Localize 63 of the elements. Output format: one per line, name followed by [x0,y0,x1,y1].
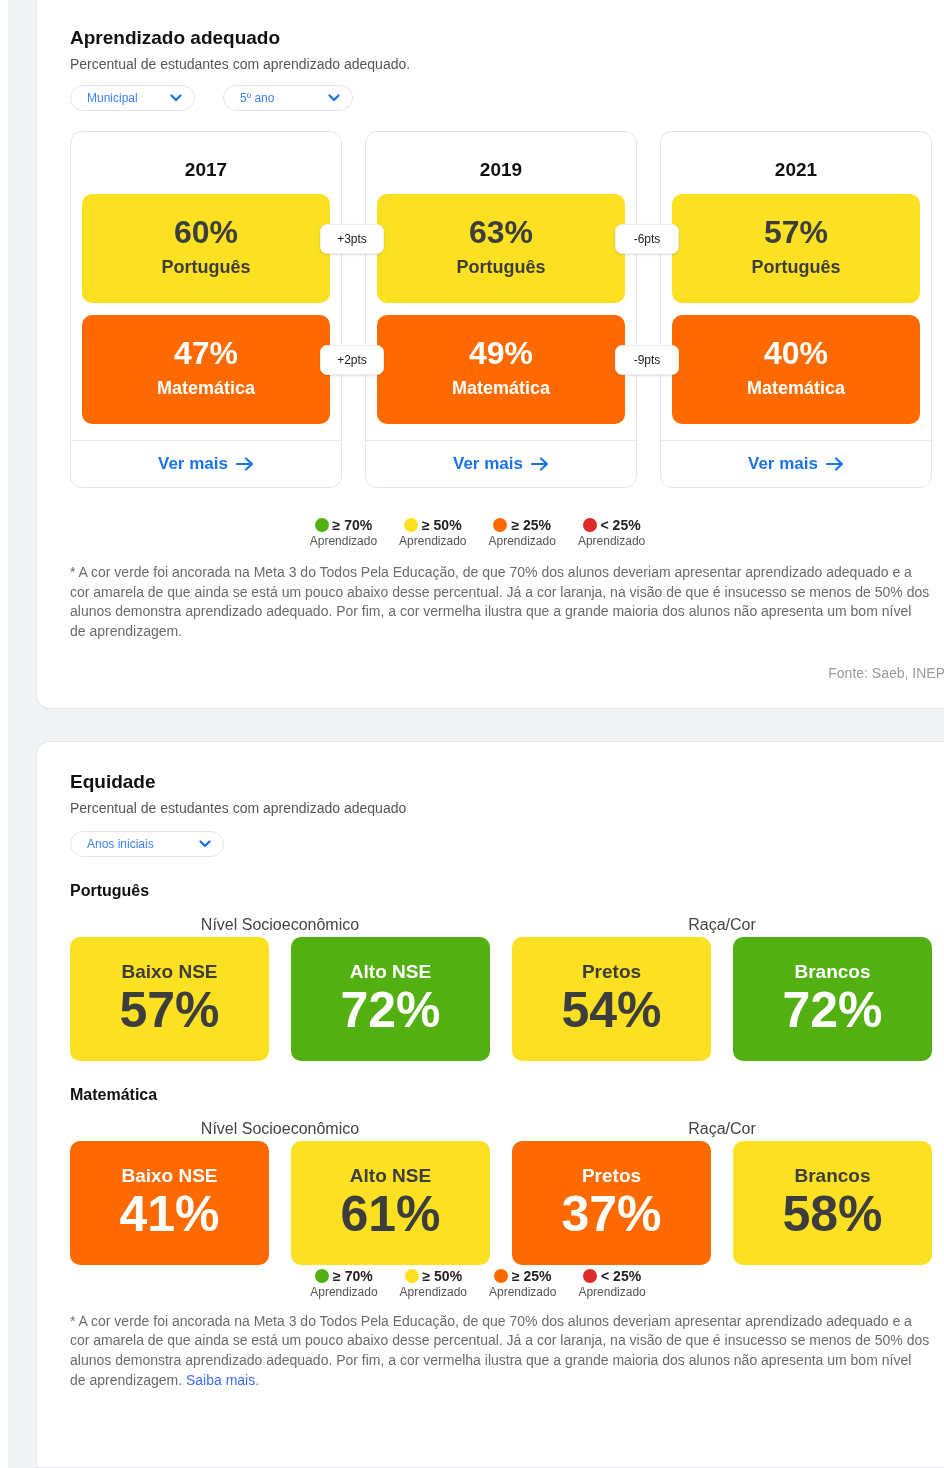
group-label: Nível Socioeconômico [200,1120,360,1137]
legend-label: Aprendizado [399,1285,467,1298]
subject-heading: Português [70,880,151,901]
legend-range: ≥ 70% [332,518,373,532]
score-tile: Baixo NSE 41% [70,1140,269,1265]
legend-range: ≥ 70% [333,1268,373,1283]
see-more-link[interactable]: Ver mais [453,451,549,477]
score-tile: 63% Português [377,194,625,303]
arrow-right-icon [530,457,549,471]
footnote: * A cor verde foi ancorada na Meta 3 do Todos Pela Educação, de que 70% dos alunos deveriam apresentar aprendizado adequado e a cor amarela de que ainda se está um pouco abaixo desse percentual. Já a cor laranja, na visão de que é insucesso se menos de 50% dos alunos demonstra aprendizado adequado. Por fim, a cor vermelha ilustra que a grande maioria dos alunos não apresenta um bom nível de aprendizagem. Saiba mais. [70,1311,930,1390]
legend-label: Aprendizado [577,535,646,547]
legend-range: ≥ 25% [511,518,551,532]
group-label: Raça/Cor [688,1120,756,1137]
score-tile: 40% Matemática [672,315,920,424]
score-tile: 60% Português [82,194,330,303]
legend-range: < 25% [601,1268,642,1283]
see-more-link[interactable]: Ver mais [158,451,254,477]
score-tile: Alto NSE 72% [291,936,490,1061]
year-label: 2019 [478,157,524,182]
legend-range: < 25% [600,518,641,532]
delta-badge: +2pts [320,344,384,375]
score-tile: Pretos 37% [512,1140,711,1265]
section-subtitle: Percentual de estudantes com aprendizado adequado. [70,54,412,74]
score-tile: Pretos 54% [512,936,711,1061]
chevron-down-icon [170,93,182,102]
dropdown[interactable]: 5º ano [223,84,353,111]
group-label: Nível Socioeconômico [200,916,360,933]
delta-badge: -6pts [615,223,679,254]
legend-label: Aprendizado [310,1285,378,1298]
score-tile: Baixo NSE 57% [70,936,269,1061]
legend-range: ≥ 50% [422,1268,463,1283]
legend-range: ≥ 50% [422,518,462,532]
score-tile: Brancos 58% [733,1140,932,1265]
section-title: Equidade [70,770,157,795]
legend-label: Aprendizado [309,535,378,547]
dropdown[interactable]: Municipal [70,84,195,111]
delta-badge: +3pts [320,223,384,254]
year-label: 2017 [183,157,229,182]
legend-label: Aprendizado [489,1285,557,1298]
subject-heading: Matemática [70,1084,159,1105]
score-tile: 49% Matemática [377,315,625,424]
learn-more-link[interactable]: Saiba mais. [185,1371,260,1388]
section-subtitle: Percentual de estudantes com aprendizado adequado [70,798,408,818]
delta-badge: -9pts [615,344,679,375]
legend-range: ≥ 25% [511,1268,552,1283]
see-more-link[interactable]: Ver mais [748,451,844,477]
chevron-down-icon [199,839,211,848]
dropdown[interactable]: Anos iniciais [70,830,224,857]
legend-label: Aprendizado [488,535,556,547]
score-tile: Alto NSE 61% [291,1140,490,1265]
group-label: Raça/Cor [688,916,756,933]
score-tile: Brancos 72% [733,936,932,1061]
chevron-down-icon [328,93,340,102]
score-tile: 57% Português [672,194,920,303]
arrow-right-icon [235,457,254,471]
arrow-right-icon [825,457,844,471]
year-label: 2021 [773,157,819,182]
section-title: Aprendizado adequado [70,26,282,50]
score-tile: 47% Matemática [82,315,330,424]
legend-label: Aprendizado [399,535,467,547]
footnote: * A cor verde foi ancorada na Meta 3 do Todos Pela Educação, de que 70% dos alunos deveriam apresentar aprendizado adequado e a cor amarela de que ainda se está um pouco abaixo desse percentual. Já a cor laranja, na visão de que é insucesso se menos de 50% dos alunos demonstra aprendizado adequado. Por fim, a cor vermelha ilustra que a grande maioria dos alunos não apresenta um bom nível de aprendizagem. [70,563,930,641]
legend-label: Aprendizado [578,1285,646,1298]
source-note: Fonte: Saeb, INEP [827,664,944,684]
